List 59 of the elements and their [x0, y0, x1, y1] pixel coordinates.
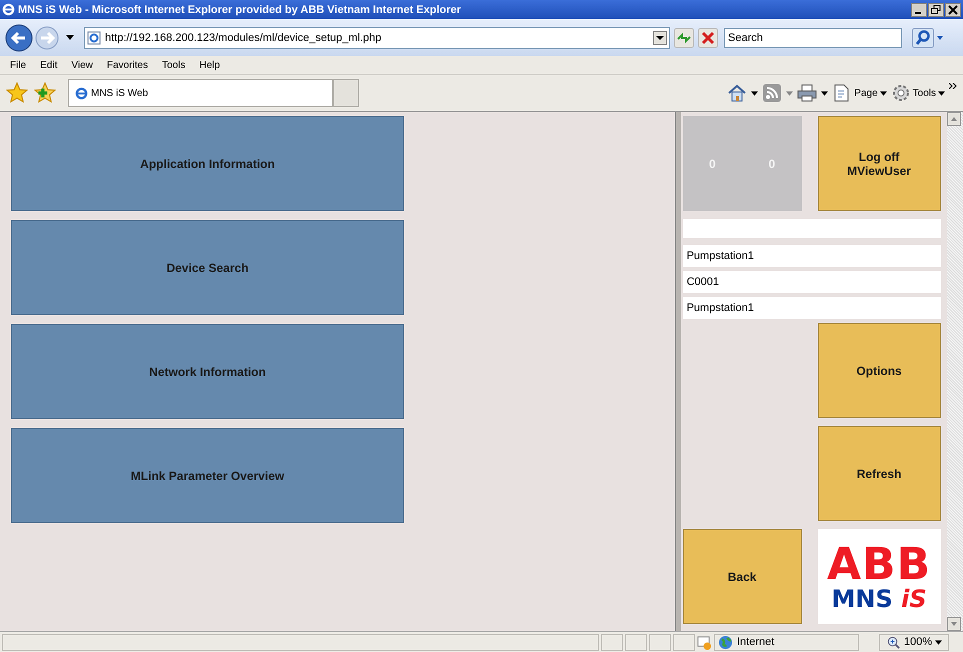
- status-pane: [625, 634, 647, 650]
- back-icon[interactable]: [4, 22, 34, 52]
- back-button[interactable]: Back: [682, 529, 802, 624]
- security-zone: Internet: [714, 634, 859, 650]
- caret-icon[interactable]: [66, 35, 74, 40]
- home-icon[interactable]: [727, 83, 748, 103]
- scroll-bar[interactable]: [947, 112, 963, 631]
- menu-item[interactable]: Help: [199, 60, 220, 70]
- browser-logo-icon: [2, 3, 15, 16]
- menu-item[interactable]: File: [10, 60, 26, 70]
- chevron-icon[interactable]: [949, 83, 957, 89]
- info-field: Pumpstation1: [682, 297, 941, 319]
- info-field: C0001: [682, 271, 941, 293]
- caret-icon: [935, 640, 942, 644]
- print-icon[interactable]: [797, 83, 818, 103]
- refresh-button[interactable]: Refresh: [818, 426, 941, 521]
- log-off-button[interactable]: Log off MViewUser: [818, 116, 941, 211]
- page-icon: [87, 30, 101, 44]
- zoom-icon: [886, 634, 901, 650]
- gear-icon: [890, 83, 911, 103]
- status-pane: [601, 634, 623, 650]
- status-pane: [649, 634, 671, 650]
- menu-item[interactable]: View: [71, 60, 93, 70]
- browser-logo-icon: [75, 86, 88, 100]
- stop-icon[interactable]: [698, 28, 718, 48]
- close-button[interactable]: [945, 2, 961, 16]
- refresh-icon[interactable]: [674, 28, 694, 48]
- caret-icon[interactable]: [751, 90, 758, 96]
- info-field: Pumpstation1: [682, 245, 941, 267]
- dropdown-icon[interactable]: [653, 30, 667, 44]
- menu-item[interactable]: Edit: [40, 60, 58, 70]
- caret-icon: [938, 90, 945, 96]
- globe-icon: [718, 634, 733, 650]
- zoom-control[interactable]: 100%: [879, 634, 950, 650]
- search-icon[interactable]: [912, 28, 946, 48]
- protected-mode-icon: [697, 634, 712, 650]
- menu-tile[interactable]: Network Information: [11, 324, 404, 419]
- tools-menu[interactable]: Tools: [890, 83, 945, 103]
- menu-tile[interactable]: Application Information: [11, 116, 404, 211]
- menu-item[interactable]: Favorites: [106, 60, 148, 70]
- add-favorite-icon[interactable]: [34, 82, 56, 104]
- status-pane: [673, 634, 695, 650]
- restore-button[interactable]: [928, 2, 944, 16]
- window-title: MNS iS Web - Microsoft Internet Explorer provided by ABB Vietnam Internet Explorer: [18, 4, 462, 16]
- menu-tile[interactable]: Device Search: [11, 220, 404, 315]
- menu-item[interactable]: Tools: [162, 60, 186, 70]
- menu-tile[interactable]: MLink Parameter Overview: [11, 428, 404, 523]
- logo: ABB MNS iS: [818, 529, 941, 624]
- star-icon[interactable]: [6, 82, 28, 104]
- minimize-button[interactable]: [911, 2, 927, 16]
- address-field[interactable]: http://192.168.200.123/modules/ml/device_setup_ml.php: [84, 26, 670, 48]
- search-field[interactable]: Search: [724, 28, 902, 48]
- caret-icon[interactable]: [821, 90, 828, 96]
- scroll-down-icon[interactable]: [947, 617, 962, 631]
- page-menu[interactable]: Page: [832, 83, 887, 103]
- options-button[interactable]: Options: [818, 323, 941, 418]
- scroll-up-icon[interactable]: [947, 112, 962, 126]
- caret-icon: [880, 90, 887, 96]
- browser-tab[interactable]: MNS iS Web: [68, 79, 333, 107]
